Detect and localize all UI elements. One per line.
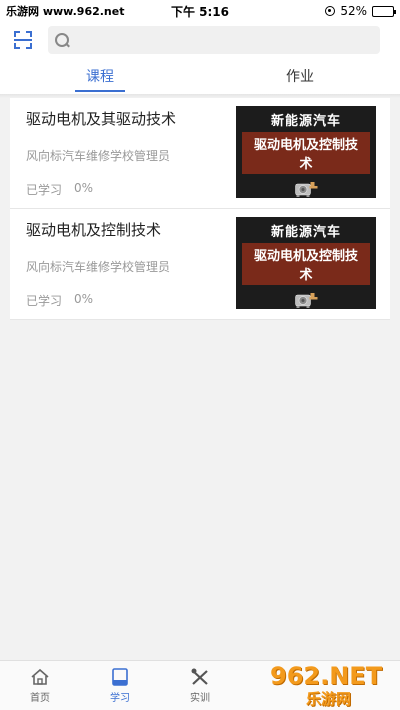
scan-icon[interactable] [12, 29, 34, 51]
header [0, 22, 400, 58]
course-author: 风向标汽车维修学校管理员 [26, 259, 171, 274]
tab-bar: 课程 作业 [0, 58, 400, 94]
tab-homework[interactable]: 作业 [200, 58, 400, 94]
nav-item-home[interactable]: 首页 [0, 661, 80, 710]
thumbnail-heading: 新能源汽车 [270, 114, 341, 129]
search-box[interactable] [48, 26, 380, 54]
nav-label: 首页 [30, 692, 50, 704]
course-progress: 已学习 0% [26, 292, 170, 309]
tools-icon [191, 668, 208, 685]
course-info: 驱动电机及其驱动技术 风向标汽车维修学校管理员 已学习 0% [26, 106, 176, 200]
status-carrier: 乐游网 www.962.net [6, 5, 125, 18]
home-icon [31, 668, 49, 685]
rotation-lock-icon [325, 6, 336, 16]
course-item[interactable]: 驱动电机及其驱动技术 风向标汽车维修学校管理员 已学习 0% 新能源汽车 驱动电… [10, 98, 390, 209]
tab-courses-label: 课程 [86, 69, 114, 85]
book-icon [112, 667, 128, 686]
nav-item-training[interactable]: 实训 [160, 661, 240, 710]
battery-percent: 52% [340, 4, 367, 18]
watermark-text: 962.NET [270, 662, 383, 690]
course-progress: 已学习 0% [26, 181, 176, 198]
course-item[interactable]: 驱动电机及控制技术 风向标汽车维修学校管理员 已学习 0% 新能源汽车 驱动电机… [10, 209, 390, 320]
course-title: 驱动电机及其驱动技术 [26, 110, 177, 128]
course-info: 驱动电机及控制技术 风向标汽车维修学校管理员 已学习 0% [26, 217, 170, 311]
search-icon [54, 32, 70, 48]
watermark-logo: 962.NET 乐游网 [262, 660, 400, 710]
thumbnail-heading: 新能源汽车 [270, 225, 341, 240]
status-right: 52% [325, 4, 396, 18]
progress-value: 0% [74, 181, 94, 195]
thumbnail-subheading: 驱动电机及控制技术 [242, 132, 370, 174]
course-thumbnail: 新能源汽车 驱动电机及控制技术 [236, 106, 376, 198]
course-title: 驱动电机及控制技术 [26, 221, 162, 239]
progress-label: 已学习 [26, 294, 63, 308]
battery-icon [372, 5, 396, 17]
motor-image [295, 182, 318, 197]
search-input[interactable] [76, 32, 380, 48]
tab-active-indicator [75, 90, 125, 92]
progress-value: 0% [74, 292, 94, 306]
tab-courses[interactable]: 课程 [0, 58, 200, 94]
nav-item-study[interactable]: 学习 [80, 661, 160, 710]
progress-label: 已学习 [26, 183, 63, 197]
course-author: 风向标汽车维修学校管理员 [26, 148, 171, 163]
thumbnail-subheading: 驱动电机及控制技术 [242, 243, 370, 285]
course-list: 驱动电机及其驱动技术 风向标汽车维修学校管理员 已学习 0% 新能源汽车 驱动电… [10, 98, 390, 320]
tab-homework-label: 作业 [286, 69, 314, 85]
status-bar: 乐游网 www.962.net 下午 5:16 52% [0, 0, 400, 22]
motor-image [295, 293, 318, 308]
nav-label: 实训 [190, 692, 210, 704]
nav-label: 学习 [110, 692, 130, 704]
watermark-subtext: 乐游网 [306, 690, 352, 708]
course-thumbnail: 新能源汽车 驱动电机及控制技术 [236, 217, 376, 309]
